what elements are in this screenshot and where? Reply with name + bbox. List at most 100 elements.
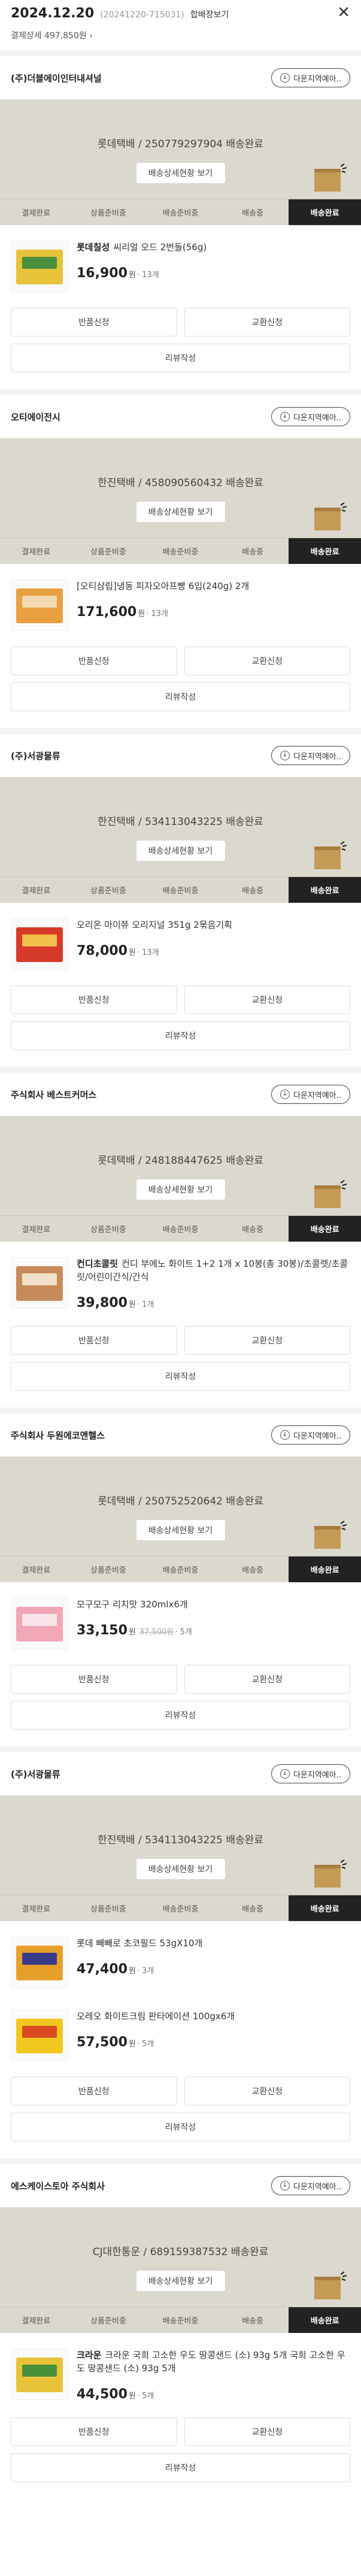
price-value: 78,000	[77, 943, 128, 958]
exchange-button[interactable]: 교환신청	[184, 2077, 350, 2105]
delivery-step: 상품준비중	[90, 1566, 126, 1575]
product-name[interactable]: 크라운 크라운 국희 고소한 우도 땅콩샌드 (소) 93g 5개 국희 고소한 …	[77, 2349, 350, 2375]
item-actions: 반품신청 교환신청 리뷰작성	[0, 1316, 361, 1407]
download-icon: ↓	[280, 1090, 290, 1099]
download-button[interactable]: ↓ 다운지역예아..	[271, 746, 350, 765]
product-name[interactable]: 오리온 마이쮸 오리지널 351g 2묶음기획	[77, 918, 350, 932]
product-name[interactable]: 롯데 빼빼로 초코필드 53gX10개	[77, 1937, 350, 1950]
product-thumbnail[interactable]	[11, 1257, 68, 1309]
tracking-info: 한진택배 / 534113043225 배송완료	[98, 1834, 263, 1846]
download-icon: ↓	[280, 412, 290, 421]
track-detail-button[interactable]: 배송상세현황 보기	[135, 840, 226, 861]
review-button[interactable]: 리뷰작성	[11, 1021, 350, 1050]
tracking-info: 롯데택배 / 248188447625 배송완료	[98, 1155, 263, 1167]
track-detail-button[interactable]: 배송상세현황 보기	[135, 1179, 226, 1200]
return-button[interactable]: 반품신청	[11, 985, 177, 1014]
download-button[interactable]: ↓ 다운지역예아..	[271, 407, 350, 426]
product-thumbnail[interactable]	[11, 1598, 68, 1649]
price-value: 33,150	[77, 1623, 128, 1638]
product-thumbnail[interactable]	[11, 2349, 68, 2400]
return-button[interactable]: 반품신청	[11, 647, 177, 675]
product-name[interactable]: 오레오 화이트크림 판타에이션 100gx6개	[77, 2010, 350, 2023]
product-thumbnail[interactable]	[11, 918, 68, 970]
exchange-button[interactable]: 교환신청	[184, 985, 350, 1014]
exchange-button[interactable]: 교환신청	[184, 308, 350, 336]
seller-section: 주식회사 두원에코앤헬스 ↓ 다운지역예아.. 롯데택배 / 250752520…	[0, 1407, 361, 1746]
download-button[interactable]: ↓ 다운지역예아..	[271, 1085, 350, 1104]
review-button[interactable]: 리뷰작성	[11, 682, 350, 711]
return-button[interactable]: 반품신청	[11, 2417, 177, 2446]
track-detail-button[interactable]: 배송상세현황 보기	[135, 501, 226, 523]
product-quantity: 13개	[137, 271, 159, 280]
product-quantity: 5개	[175, 1628, 192, 1637]
delivery-box-icon	[314, 163, 347, 192]
delivery-step: 결제완료	[22, 1566, 51, 1575]
product-title: 크라운 국희 고소한 우도 땅콩샌드 (소) 93g 5개 국희 고소한 우도 …	[77, 2350, 345, 2374]
close-icon[interactable]: ✕	[337, 5, 350, 20]
delivery-box-icon	[314, 1859, 347, 1888]
track-detail-button[interactable]: 배송상세현황 보기	[135, 1858, 226, 1880]
order-header: 2024.12.20 (20241220-715031) 합배장보기 ✕ 결제상…	[0, 0, 361, 50]
delivery-steps: 결제완료 상품준비중 배송준비중 배송중 배송완료	[0, 1895, 361, 1921]
delivery-steps: 결제완료 상품준비중 배송준비중 배송중 배송완료	[0, 876, 361, 903]
review-button[interactable]: 리뷰작성	[11, 1362, 350, 1391]
combine-view-link[interactable]: 합배장보기	[190, 8, 229, 20]
product-name[interactable]: [오티삼립]냉동 피자오아프빵 6입(240g) 2개	[77, 579, 350, 593]
order-item[interactable]: 롯데 빼빼로 초코필드 53gX10개 47,400원3개	[0, 1921, 361, 1994]
review-button[interactable]: 리뷰작성	[11, 2453, 350, 2482]
product-thumbnail[interactable]	[11, 579, 68, 631]
delivery-step: 배송완료	[289, 1216, 361, 1242]
delivery-step: 상품준비중	[90, 2317, 126, 2326]
product-quantity: 3개	[137, 1967, 154, 1976]
download-button[interactable]: ↓ 다운지역예아..	[271, 2176, 350, 2195]
product-title: 롯데 빼빼로 초코필드 53gX10개	[77, 1938, 203, 1949]
order-item[interactable]: 롯데칠성씨리얼 오드 2번들(56g) 16,900원13개	[0, 225, 361, 298]
download-label: 다운지역예아..	[293, 413, 341, 423]
order-item[interactable]: 모구모구 리치맛 320mlx6개 33,150원37,500원5개	[0, 1582, 361, 1655]
exchange-button[interactable]: 교환신청	[184, 1326, 350, 1355]
track-detail-button[interactable]: 배송상세현황 보기	[135, 1519, 226, 1541]
review-button[interactable]: 리뷰작성	[11, 344, 350, 372]
order-item[interactable]: [오티삼립]냉동 피자오아프빵 6입(240g) 2개 171,600원13개	[0, 564, 361, 637]
download-button[interactable]: ↓ 다운지역예아..	[271, 68, 350, 87]
delivery-step: 배송중	[242, 1905, 264, 1914]
product-thumbnail[interactable]	[11, 241, 68, 292]
order-item[interactable]: 오레오 화이트크림 판타에이션 100gx6개 57,500원5개	[0, 1994, 361, 2067]
product-price: 33,150원37,500원5개	[77, 1623, 350, 1638]
delivery-step: 배송준비중	[162, 548, 199, 557]
delivery-step: 배송준비중	[162, 887, 199, 896]
delivery-status-panel: 한진택배 / 534113043225 배송완료 배송상세현황 보기 결제완료 상…	[0, 1795, 361, 1921]
exchange-button[interactable]: 교환신청	[184, 647, 350, 675]
exchange-button[interactable]: 교환신청	[184, 1665, 350, 1694]
tracking-info: 한진택배 / 534113043225 배송완료	[98, 816, 263, 828]
product-thumbnail[interactable]	[11, 1937, 68, 1988]
delivery-steps: 결제완료 상품준비중 배송준비중 배송중 배송완료	[0, 538, 361, 564]
delivery-step: 배송완료	[289, 199, 361, 225]
review-button[interactable]: 리뷰작성	[11, 2113, 350, 2141]
delivery-step: 상품준비중	[90, 887, 126, 896]
product-name[interactable]: 컨디초콜릿 컨디 부에노 화이트 1+2 1개 x 10봉(총 30봉)/초콜렛/…	[77, 1257, 350, 1284]
exchange-button[interactable]: 교환신청	[184, 2417, 350, 2446]
product-quantity: 5개	[137, 2040, 154, 2049]
order-item[interactable]: 컨디초콜릿 컨디 부에노 화이트 1+2 1개 x 10봉(총 30봉)/초콜렛/…	[0, 1242, 361, 1316]
product-title: 오레오 화이트크림 판타에이션 100gx6개	[77, 2011, 235, 2022]
delivery-step: 배송준비중	[162, 2317, 199, 2326]
review-button[interactable]: 리뷰작성	[11, 1701, 350, 1730]
product-thumbnail[interactable]	[11, 2010, 68, 2061]
download-button[interactable]: ↓ 다운지역예아..	[271, 1425, 350, 1445]
return-button[interactable]: 반품신청	[11, 308, 177, 336]
return-button[interactable]: 반품신청	[11, 2077, 177, 2105]
download-button[interactable]: ↓ 다운지역예아..	[271, 1764, 350, 1783]
track-detail-button[interactable]: 배송상세현황 보기	[135, 162, 226, 184]
payment-detail-link[interactable]: 결제상세 497,850원 ›	[11, 29, 350, 41]
product-name[interactable]: 모구모구 리치맛 320mlx6개	[77, 1598, 350, 1611]
return-button[interactable]: 반품신청	[11, 1665, 177, 1694]
order-item[interactable]: 오리온 마이쮸 오리지널 351g 2묶음기획 78,000원13개	[0, 903, 361, 976]
product-name[interactable]: 롯데칠성 씨리얼 오드 2번들(56g)	[77, 241, 350, 254]
item-actions: 반품신청 교환신청 리뷰작성	[0, 298, 361, 389]
order-item[interactable]: 크라운 크라운 국희 고소한 우도 땅콩샌드 (소) 93g 5개 국희 고소한 …	[0, 2333, 361, 2408]
track-detail-button[interactable]: 배송상세현황 보기	[135, 2270, 226, 2292]
return-button[interactable]: 반품신청	[11, 1326, 177, 1355]
product-price: 16,900원13개	[77, 266, 350, 281]
delivery-box-icon	[314, 502, 347, 530]
